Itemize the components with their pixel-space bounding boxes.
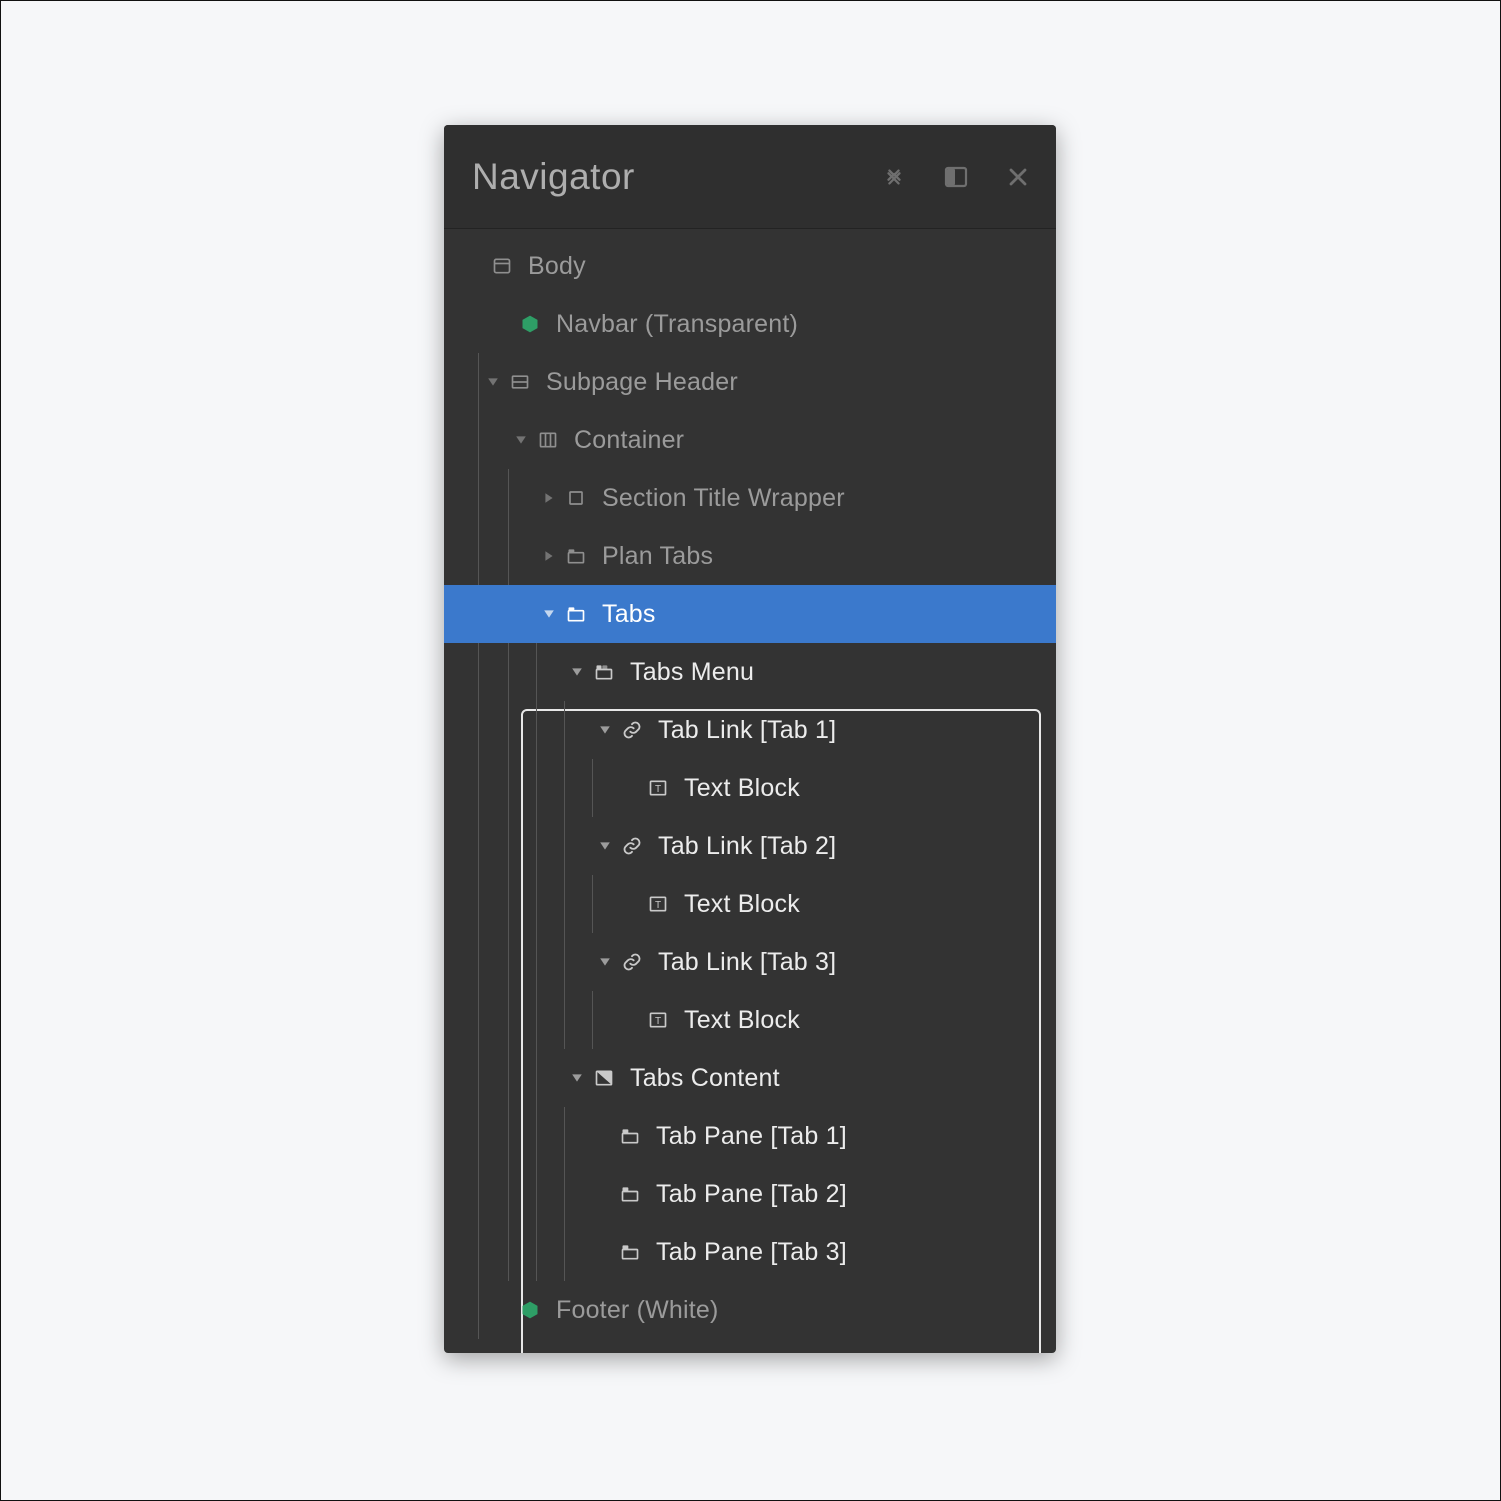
tree-item-footer[interactable]: ▸ Footer (White) <box>444 1281 1056 1339</box>
link-icon <box>620 950 644 974</box>
tree-item-tab-pane-2[interactable]: Tab Pane [Tab 2] <box>444 1165 1056 1223</box>
tree-item-label: Container <box>574 428 684 453</box>
link-icon <box>620 718 644 742</box>
div-block-icon <box>564 486 588 510</box>
expand-arrow-icon[interactable] <box>540 550 558 562</box>
panel-header: Navigator <box>444 125 1056 229</box>
expand-arrow-icon[interactable] <box>568 666 586 678</box>
tree-item-subpage-header[interactable]: Subpage Header <box>444 353 1056 411</box>
close-icon[interactable] <box>1004 163 1032 191</box>
tree-item-label: Text Block <box>684 776 800 801</box>
tree-item-tabs[interactable]: Tabs <box>444 585 1056 643</box>
navigator-panel: Navigator ▸ Body <box>444 125 1056 1353</box>
tree-item-navbar[interactable]: ▸ Navbar (Transparent) <box>444 295 1056 353</box>
tree-item-label: Section Title Wrapper <box>602 486 845 511</box>
component-icon <box>518 312 542 336</box>
tab-pane-icon <box>618 1182 642 1206</box>
tree-item-label: Tab Pane [Tab 3] <box>656 1240 847 1265</box>
tree-item-label: Tab Link [Tab 1] <box>658 718 836 743</box>
tree-item-label: Subpage Header <box>546 370 738 395</box>
panel-title: Navigator <box>472 156 880 198</box>
collapse-all-icon[interactable] <box>880 163 908 191</box>
tree-item-label: Navbar (Transparent) <box>556 312 798 337</box>
expand-arrow-icon[interactable] <box>540 608 558 620</box>
tree-item-label: Tabs <box>602 602 656 627</box>
tabs-icon <box>564 544 588 568</box>
panel-layout-icon[interactable] <box>942 163 970 191</box>
tree-item-tab-pane-3[interactable]: Tab Pane [Tab 3] <box>444 1223 1056 1281</box>
expand-arrow-icon[interactable] <box>596 956 614 968</box>
text-block-icon: T <box>646 1008 670 1032</box>
link-icon <box>620 834 644 858</box>
svg-text:T: T <box>655 900 661 911</box>
svg-text:T: T <box>655 1016 661 1027</box>
tree-item-tab-link-3[interactable]: Tab Link [Tab 3] <box>444 933 1056 991</box>
tree-item-text-block-1[interactable]: T Text Block <box>444 759 1056 817</box>
tree-item-label: Text Block <box>684 892 800 917</box>
container-icon <box>536 428 560 452</box>
svg-text:T: T <box>655 784 661 795</box>
tree-item-label: Body <box>528 254 586 279</box>
tree-item-label: Footer (White) <box>556 1298 719 1323</box>
tab-pane-icon <box>618 1124 642 1148</box>
component-icon <box>518 1298 542 1322</box>
tree-item-label: Text Block <box>684 1008 800 1033</box>
tree-item-label: Tab Pane [Tab 1] <box>656 1124 847 1149</box>
expand-arrow-icon[interactable] <box>512 434 530 446</box>
tree-item-tab-pane-1[interactable]: Tab Pane [Tab 1] <box>444 1107 1056 1165</box>
tree-item-text-block-2[interactable]: T Text Block <box>444 875 1056 933</box>
text-block-icon: T <box>646 776 670 800</box>
expand-arrow-icon[interactable] <box>484 376 502 388</box>
tree-item-plan-tabs[interactable]: Plan Tabs <box>444 527 1056 585</box>
tree-item-container[interactable]: Container <box>444 411 1056 469</box>
tree-item-tab-link-1[interactable]: Tab Link [Tab 1] <box>444 701 1056 759</box>
tree-item-label: Plan Tabs <box>602 544 713 569</box>
tree-item-label: Tab Link [Tab 3] <box>658 950 836 975</box>
tabs-content-icon <box>592 1066 616 1090</box>
tree-item-text-block-3[interactable]: T Text Block <box>444 991 1056 1049</box>
expand-arrow-icon[interactable] <box>596 724 614 736</box>
text-block-icon: T <box>646 892 670 916</box>
tree-item-label: Tabs Content <box>630 1066 780 1091</box>
tabs-icon <box>564 602 588 626</box>
tree-item-tab-link-2[interactable]: Tab Link [Tab 2] <box>444 817 1056 875</box>
tab-pane-icon <box>618 1240 642 1264</box>
tree-item-label: Tab Pane [Tab 2] <box>656 1182 847 1207</box>
tree-item-body[interactable]: ▸ Body <box>444 237 1056 295</box>
section-icon <box>508 370 532 394</box>
expand-arrow-icon[interactable] <box>568 1072 586 1084</box>
tree-item-section-title-wrapper[interactable]: Section Title Wrapper <box>444 469 1056 527</box>
body-icon <box>490 254 514 278</box>
tree-item-tabs-menu[interactable]: Tabs Menu <box>444 643 1056 701</box>
tree-item-label: Tabs Menu <box>630 660 754 685</box>
expand-arrow-icon[interactable] <box>540 492 558 504</box>
tree-item-tabs-content[interactable]: Tabs Content <box>444 1049 1056 1107</box>
tabs-menu-icon <box>592 660 616 684</box>
tree-item-label: Tab Link [Tab 2] <box>658 834 836 859</box>
tree: ▸ Body ▸ Navbar (Transparent) Subpage He… <box>444 229 1056 1339</box>
header-icons <box>880 163 1032 191</box>
expand-arrow-icon[interactable] <box>596 840 614 852</box>
